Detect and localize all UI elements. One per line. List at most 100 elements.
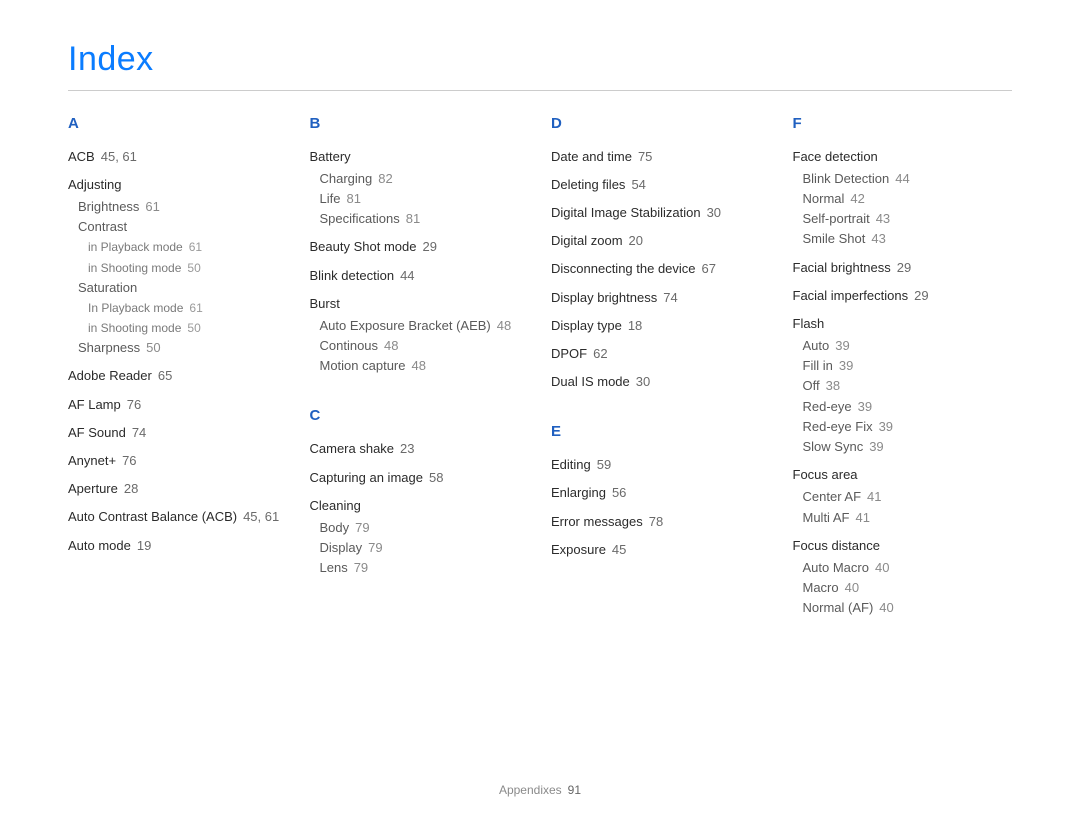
index-entry[interactable]: Adobe Reader65 xyxy=(68,367,288,385)
index-entry[interactable]: In Playback mode 61 xyxy=(88,299,288,317)
index-entry[interactable]: Body79 xyxy=(320,519,530,537)
index-pages: 39 xyxy=(839,358,853,373)
index-term: Anynet+ xyxy=(68,453,116,468)
index-entry[interactable]: Normal (AF)40 xyxy=(803,599,1013,617)
index-term: Body xyxy=(320,520,350,535)
index-pages: 20 xyxy=(629,233,643,248)
index-entry[interactable]: Auto mode19 xyxy=(68,537,288,555)
index-entry[interactable]: Multi AF41 xyxy=(803,509,1013,527)
index-pages: 43 xyxy=(876,211,890,226)
index-entry[interactable]: in Shooting mode50 xyxy=(88,319,288,337)
index-entry[interactable]: Digital Image Stabilization30 xyxy=(551,204,771,222)
index-entry[interactable]: Facial imperfections29 xyxy=(793,287,1013,305)
index-entry[interactable]: Brightness61 xyxy=(78,198,288,216)
index-term: Display type xyxy=(551,318,622,333)
index-column: DDate and time75Deleting files54Digital … xyxy=(551,113,771,628)
index-entry[interactable]: Focus distanceAuto Macro40Macro40Normal … xyxy=(793,537,1013,618)
index-pages: 61 xyxy=(189,301,202,315)
index-term: Aperture xyxy=(68,481,118,496)
index-entry[interactable]: Smile Shot43 xyxy=(803,230,1013,248)
index-entry[interactable]: Red-eye39 xyxy=(803,398,1013,416)
index-entry[interactable]: in Playback mode61 xyxy=(88,238,288,256)
index-entry[interactable]: Continous 48 xyxy=(320,337,530,355)
index-entry[interactable]: Off38 xyxy=(803,377,1013,395)
page-title: Index xyxy=(68,36,1012,84)
index-entry[interactable]: Blink Detection44 xyxy=(803,170,1013,188)
index-term: Charging xyxy=(320,171,373,186)
index-entry[interactable]: Auto Contrast Balance (ACB)45, 61 xyxy=(68,508,288,526)
index-entry[interactable]: DPOF62 xyxy=(551,345,771,363)
index-entry[interactable]: Blink detection44 xyxy=(310,267,530,285)
index-entry[interactable]: Disconnecting the device67 xyxy=(551,260,771,278)
index-pages: 79 xyxy=(354,560,368,575)
index-entry[interactable]: Display brightness74 xyxy=(551,289,771,307)
index-entry[interactable]: ACB45, 61 xyxy=(68,148,288,166)
index-entry[interactable]: Life81 xyxy=(320,190,530,208)
index-term: In Playback mode xyxy=(88,301,183,315)
index-entry[interactable]: Dual IS mode30 xyxy=(551,373,771,391)
index-entry[interactable]: Capturing an image58 xyxy=(310,469,530,487)
index-entry[interactable]: Contrastin Playback mode61in Shooting mo… xyxy=(78,218,288,277)
index-entry[interactable]: Specifications81 xyxy=(320,210,530,228)
index-entry[interactable]: Slow Sync39 xyxy=(803,438,1013,456)
index-pages: 48 xyxy=(384,338,398,353)
index-entry[interactable]: Auto39 xyxy=(803,337,1013,355)
index-term: Digital zoom xyxy=(551,233,623,248)
index-entry[interactable]: Fill in39 xyxy=(803,357,1013,375)
index-pages: 30 xyxy=(707,205,721,220)
index-entry[interactable]: Date and time75 xyxy=(551,148,771,166)
index-entry[interactable]: AF Sound74 xyxy=(68,424,288,442)
index-entry[interactable]: SaturationIn Playback mode61in Shooting … xyxy=(78,279,288,338)
index-pages: 40 xyxy=(845,580,859,595)
index-term: Continous xyxy=(320,338,379,353)
index-entry[interactable]: Face detection Blink Detection44 Normal42 S… xyxy=(793,148,1013,249)
index-entry[interactable]: Motion capture48 xyxy=(320,357,530,375)
index-entry[interactable]: BurstAuto Exposure Bracket (AEB)48Contin… xyxy=(310,295,530,376)
index-term: Life xyxy=(320,191,341,206)
index-entry[interactable]: CleaningBody79Display79Lens79 xyxy=(310,497,530,578)
index-entry[interactable]: Exposure45 xyxy=(551,541,771,559)
index-pages: 82 xyxy=(378,171,392,186)
index-entry[interactable]: Charging 82 xyxy=(320,170,530,188)
index-term: Adjusting xyxy=(68,177,121,192)
index-letter-heading: B xyxy=(310,113,530,134)
index-entry[interactable]: Red-eye Fix39 xyxy=(803,418,1013,436)
index-pages: 29 xyxy=(914,288,928,303)
index-entry[interactable]: Anynet+76 xyxy=(68,452,288,470)
index-pages: 79 xyxy=(368,540,382,555)
index-entry[interactable]: Auto Macro40 xyxy=(803,559,1013,577)
index-entry[interactable]: Display79 xyxy=(320,539,530,557)
index-term: Normal (AF) xyxy=(803,600,874,615)
index-entry[interactable]: Deleting files54 xyxy=(551,176,771,194)
index-entry[interactable]: Lens79 xyxy=(320,559,530,577)
index-entry[interactable]: Sharpness50 xyxy=(78,339,288,357)
index-pages: 29 xyxy=(897,260,911,275)
index-pages: 28 xyxy=(124,481,138,496)
index-entry[interactable]: FlashAuto39Fill in39Off38Red-eye39Red-ey… xyxy=(793,315,1013,456)
index-entry[interactable]: Self-portrait43 xyxy=(803,210,1013,228)
index-entry[interactable]: in Shooting mode50 xyxy=(88,259,288,277)
index-entry[interactable]: BatteryCharging82Life81Specifications81 xyxy=(310,148,530,229)
index-entry[interactable]: Editing59 xyxy=(551,456,771,474)
index-entry[interactable]: Auto Exposure Bracket (AEB)48 xyxy=(320,317,530,335)
index-entry[interactable]: Focus areaCenter AF41Multi AF41 xyxy=(793,466,1013,527)
index-entry[interactable]: Beauty Shot mode29 xyxy=(310,238,530,256)
index-pages: 43 xyxy=(871,231,885,246)
index-entry[interactable]: AdjustingBrightness61Contrastin Playback… xyxy=(68,176,288,358)
index-entry[interactable]: Error messages78 xyxy=(551,513,771,531)
index-entry[interactable]: AF Lamp76 xyxy=(68,396,288,414)
index-entry[interactable]: Display type18 xyxy=(551,317,771,335)
index-entry[interactable]: Camera shake23 xyxy=(310,440,530,458)
index-entry[interactable]: Center AF41 xyxy=(803,488,1013,506)
index-entry[interactable]: Normal42 xyxy=(803,190,1013,208)
index-term: Auto Contrast Balance (ACB) xyxy=(68,509,237,524)
index-entry[interactable]: Enlarging56 xyxy=(551,484,771,502)
index-entry[interactable]: Aperture 28 xyxy=(68,480,288,498)
index-letter-heading: A xyxy=(68,113,288,134)
index-entry[interactable]: Facial brightness29 xyxy=(793,259,1013,277)
index-entry[interactable]: Digital zoom 20 xyxy=(551,232,771,250)
index-term: Brightness xyxy=(78,199,139,214)
index-pages: 45 xyxy=(612,542,626,557)
index-term: Face detection xyxy=(793,149,878,164)
index-entry[interactable]: Macro40 xyxy=(803,579,1013,597)
